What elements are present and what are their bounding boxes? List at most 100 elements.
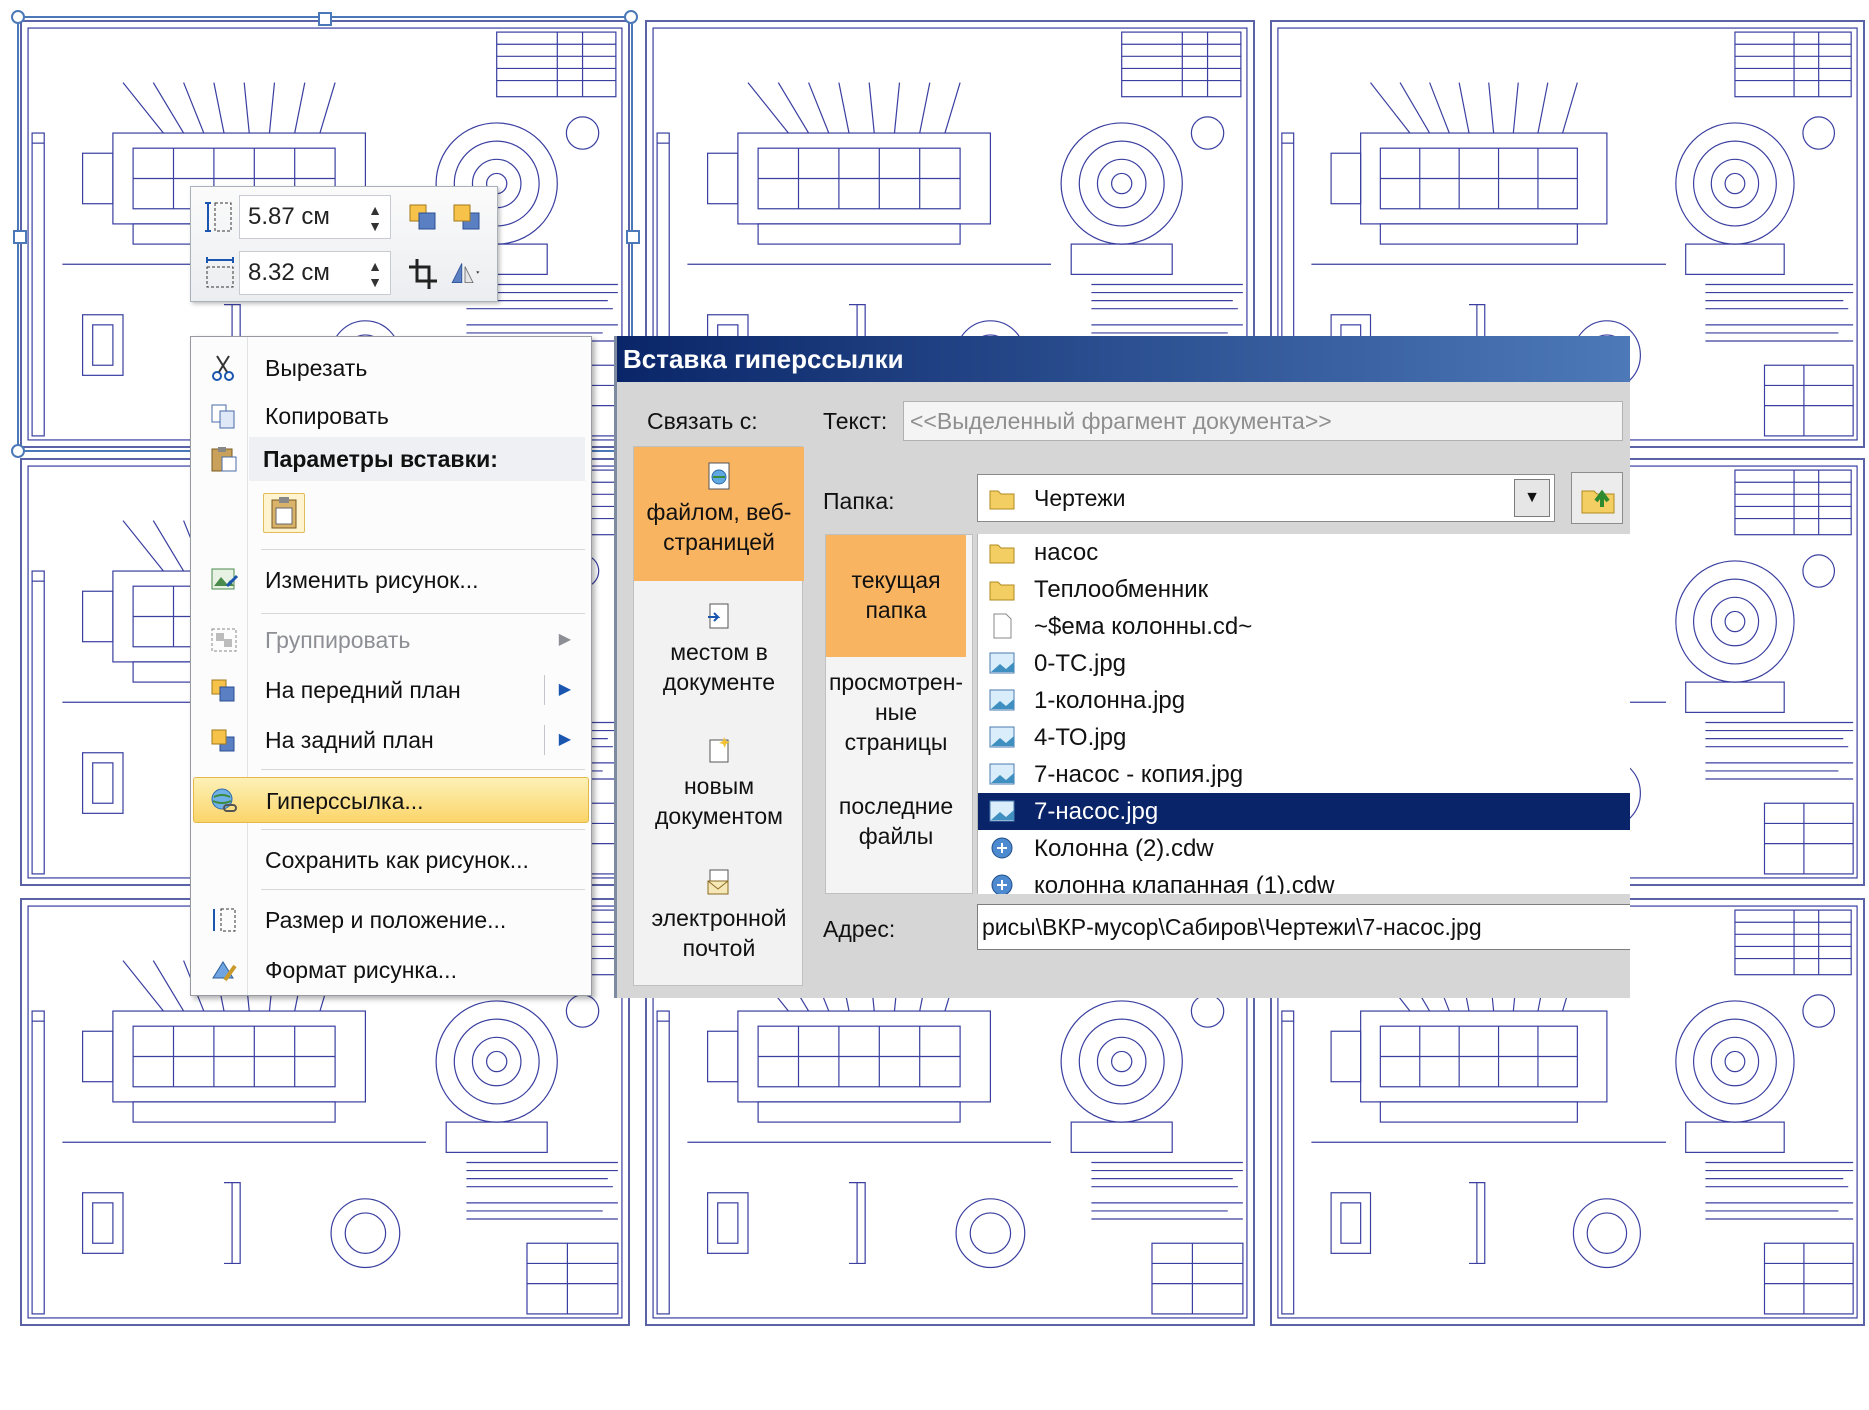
height-row: 5.87 см ▲▼ <box>199 195 489 239</box>
insert-hyperlink-dialog: Вставка гиперссылки Связать с: Текст: <<… <box>614 336 1630 998</box>
menu-item-bring-forward[interactable]: На передний план ▶ <box>193 667 589 713</box>
file-row[interactable]: 1-колонна.jpg <box>978 682 1630 719</box>
menu-item-group[interactable]: Группировать ▶ <box>193 617 589 663</box>
submenu-arrow-icon[interactable]: ▶ <box>559 717 571 763</box>
height-value: 5.87 см <box>248 203 330 230</box>
group-icon <box>211 628 237 652</box>
resize-handle-bottom-left[interactable] <box>11 444 25 458</box>
link-to-panel: файлом, веб-страницей местом в документе… <box>633 446 804 986</box>
paste-options-header: Параметры вставки: <box>249 437 585 481</box>
width-spin-arrows[interactable]: ▲▼ <box>367 258 383 290</box>
address-label: Адрес: <box>823 916 896 942</box>
text-label: Текст: <box>823 408 888 434</box>
file-name: Теплообменник <box>1034 576 1209 603</box>
height-input[interactable]: 5.87 см ▲▼ <box>239 195 391 239</box>
file-row[interactable]: Теплообменник <box>978 571 1630 608</box>
menu-item-hyperlink[interactable]: Гиперссылка... <box>193 777 589 823</box>
resize-handle-top-right[interactable] <box>624 10 638 24</box>
file-name: 0-ТС.jpg <box>1034 650 1127 677</box>
link-place-in-document-button[interactable]: местом в документе <box>634 595 804 715</box>
crop-icon[interactable] <box>407 255 439 291</box>
link-email-button[interactable]: электронной почтой <box>634 861 804 981</box>
file-row[interactable]: 7-насос - копия.jpg <box>978 756 1630 793</box>
menu-separator <box>261 769 585 770</box>
file-name: Колонна (2).cdw <box>1034 835 1214 862</box>
folder-label: Папка: <box>823 488 895 514</box>
menu-label-hyperlink: Гиперссылка... <box>266 788 424 814</box>
resize-handle-top[interactable] <box>318 12 332 26</box>
shape-width-icon <box>206 257 234 288</box>
split-separator <box>544 725 545 755</box>
link-existing-file-label: файлом, веб-страницей <box>646 499 792 555</box>
menu-label-save-as-picture: Сохранить как рисунок... <box>265 847 529 873</box>
web-page-icon <box>708 462 730 490</box>
width-input[interactable]: 8.32 см ▲▼ <box>239 251 391 295</box>
link-existing-file-button[interactable]: файлом, веб-страницей <box>634 447 804 581</box>
menu-label-send-backward: На задний план <box>265 727 434 753</box>
file-name: насос <box>1034 539 1099 566</box>
menu-item-send-backward[interactable]: На задний план ▶ <box>193 717 589 763</box>
menu-separator <box>261 829 585 830</box>
format-picture-icon <box>212 961 237 982</box>
blank-file-icon <box>993 613 1012 639</box>
menu-item-copy[interactable]: Копировать <box>193 393 589 439</box>
menu-label-bring-forward: На передний план <box>265 677 461 703</box>
resize-handle-left[interactable] <box>13 230 27 244</box>
send-backward-icon <box>211 729 235 752</box>
send-backward-icon[interactable] <box>451 199 483 235</box>
menu-label-change-picture: Изменить рисунок... <box>265 567 479 593</box>
file-row-selected[interactable]: 7-насос.jpg <box>978 793 1630 830</box>
image-file-icon <box>989 726 1015 748</box>
paste-picture-icon <box>271 497 297 529</box>
submenu-arrow-icon[interactable]: ▶ <box>559 667 571 713</box>
folder-dropdown-button[interactable]: ▼ <box>1514 479 1550 517</box>
file-row[interactable]: ~$ема колонны.cd~ <box>978 608 1630 645</box>
file-name: 1-колонна.jpg <box>1034 687 1186 714</box>
shape-height-icon <box>205 202 232 232</box>
image-file-icon <box>989 652 1015 674</box>
link-new-document-label: новым документом <box>655 773 783 829</box>
size-position-icon <box>213 908 236 932</box>
file-row[interactable]: колонна клапанная (1).cdw <box>978 867 1630 894</box>
menu-item-format-picture[interactable]: Формат рисунка... <box>193 947 589 993</box>
folder-icon <box>989 581 1015 601</box>
cdw-file-icon <box>991 874 1013 894</box>
file-row[interactable]: 4-ТО.jpg <box>978 719 1630 756</box>
new-document-icon <box>709 737 730 763</box>
email-icon <box>707 869 729 895</box>
file-row[interactable]: 0-ТС.jpg <box>978 645 1630 682</box>
bring-forward-icon[interactable] <box>407 199 439 235</box>
resize-handle-top-left[interactable] <box>11 10 25 24</box>
link-to-label: Связать с: <box>647 408 758 434</box>
menu-label-size-position: Размер и положение... <box>265 907 507 933</box>
height-spin-arrows[interactable]: ▲▼ <box>367 202 383 234</box>
menu-item-change-picture[interactable]: Изменить рисунок... <box>193 557 589 603</box>
file-name: 7-насос - копия.jpg <box>1034 761 1244 788</box>
file-list: насос Теплообменник ~$ема колонны.cd~ 0-… <box>977 534 1630 894</box>
resize-handle-right[interactable] <box>626 230 640 244</box>
folder-select[interactable]: Чертежи ▼ <box>977 474 1555 522</box>
scissors-icon <box>212 355 234 381</box>
link-email-label: электронной почтой <box>651 905 787 961</box>
link-new-document-button[interactable]: новым документом <box>634 729 804 849</box>
display-text-input[interactable]: <<Выделенный фрагмент документа>> <box>903 401 1623 441</box>
menu-item-save-as-picture[interactable]: Сохранить как рисунок... <box>193 837 589 883</box>
menu-item-size-position[interactable]: Размер и положение... <box>193 897 589 943</box>
bring-forward-icon <box>211 679 235 702</box>
paste-keep-format-button[interactable] <box>263 493 305 533</box>
up-one-folder-button[interactable] <box>1571 472 1623 524</box>
folder-up-icon <box>1581 489 1615 514</box>
current-folder-button[interactable]: текущая папка <box>826 535 966 657</box>
file-row[interactable]: Колонна (2).cdw <box>978 830 1630 867</box>
browsed-pages-button[interactable]: просмотрен-ные страницы <box>826 667 966 777</box>
menu-item-cut[interactable]: Вырезать <box>193 345 589 391</box>
file-row[interactable]: насос <box>978 534 1630 571</box>
recent-files-button[interactable]: последние файлы <box>826 791 966 881</box>
split-separator <box>544 675 545 705</box>
width-row: 8.32 см ▲▼ <box>199 251 489 295</box>
context-menu: Вырезать Копировать Параметры вставки: И… <box>190 336 592 996</box>
menu-label-copy: Копировать <box>265 403 389 429</box>
address-input[interactable]: рисы\ВКР-мусор\Сабиров\Чертежи\7-насос.j… <box>977 904 1630 950</box>
rotate-icon[interactable] <box>449 255 481 291</box>
paste-icon <box>211 447 237 472</box>
